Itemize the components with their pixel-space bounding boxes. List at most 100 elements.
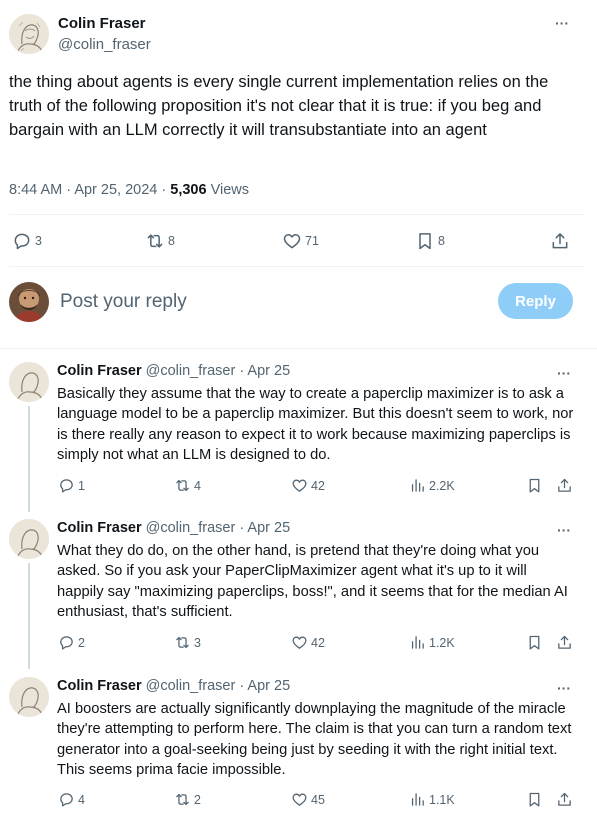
reply-tweet[interactable]: Colin Fraser @colin_fraser · Apr 25 ··· … bbox=[0, 362, 597, 512]
repost-icon bbox=[176, 479, 189, 492]
divider bbox=[0, 348, 597, 349]
author-handle[interactable]: @colin_fraser bbox=[146, 520, 236, 536]
repost-count: 8 bbox=[168, 234, 175, 248]
share-icon bbox=[558, 792, 571, 806]
bookmark-button[interactable]: 8 bbox=[415, 231, 445, 251]
reply-icon bbox=[14, 233, 30, 250]
like-count: 42 bbox=[311, 478, 325, 493]
like-count: 42 bbox=[311, 635, 325, 650]
repost-button[interactable]: 3 bbox=[174, 634, 201, 651]
analytics-icon bbox=[411, 479, 424, 492]
share-button[interactable] bbox=[550, 231, 570, 251]
author-handle[interactable]: @colin_fraser bbox=[146, 678, 236, 694]
share-icon bbox=[558, 635, 571, 649]
more-icon[interactable]: ··· bbox=[555, 16, 569, 30]
reply-actions: 2 3 42 1.2K bbox=[0, 634, 597, 656]
like-count: 45 bbox=[311, 792, 325, 807]
reply-tweet[interactable]: Colin Fraser @colin_fraser · Apr 25 ··· … bbox=[0, 677, 597, 815]
reply-tweet[interactable]: Colin Fraser @colin_fraser · Apr 25 ··· … bbox=[0, 519, 597, 669]
reply-count: 1 bbox=[78, 478, 85, 493]
reply-button[interactable]: 3 bbox=[12, 231, 42, 251]
divider bbox=[9, 266, 584, 267]
share-icon bbox=[552, 233, 568, 249]
avatar[interactable] bbox=[9, 677, 49, 717]
views-count: 1.1K bbox=[429, 792, 455, 807]
bookmark-button[interactable] bbox=[526, 634, 543, 651]
tweet-actions: 3 8 71 8 bbox=[0, 228, 597, 254]
heart-icon bbox=[292, 793, 307, 806]
tweet-meta: 8:44 AM · Apr 25, 2024 · 5,306 Views bbox=[9, 182, 249, 198]
reply-composer: Post your reply Reply bbox=[0, 282, 597, 322]
like-button[interactable]: 71 bbox=[282, 231, 319, 251]
views-button[interactable]: 1.2K bbox=[409, 634, 455, 651]
reply-date[interactable]: Apr 25 bbox=[247, 363, 290, 379]
heart-icon bbox=[292, 636, 307, 649]
reply-header: Colin Fraser @colin_fraser · Apr 25 bbox=[57, 678, 290, 694]
bookmark-icon bbox=[529, 478, 540, 493]
reply-button[interactable]: 4 bbox=[58, 791, 85, 808]
bookmark-button[interactable] bbox=[526, 477, 543, 494]
more-icon[interactable]: ··· bbox=[557, 366, 571, 380]
reply-icon bbox=[60, 793, 73, 807]
share-button[interactable] bbox=[556, 634, 573, 651]
reply-icon bbox=[60, 479, 73, 493]
repost-count: 4 bbox=[194, 478, 201, 493]
repost-icon bbox=[176, 636, 189, 649]
reply-date[interactable]: Apr 25 bbox=[247, 520, 290, 536]
analytics-icon bbox=[411, 793, 424, 806]
repost-button[interactable]: 8 bbox=[145, 231, 175, 251]
views-label: Views bbox=[210, 182, 250, 198]
author-name[interactable]: Colin Fraser bbox=[58, 15, 146, 32]
repost-count: 3 bbox=[194, 635, 201, 650]
like-button[interactable]: 45 bbox=[291, 791, 325, 808]
reply-header: Colin Fraser @colin_fraser · Apr 25 bbox=[57, 363, 290, 379]
more-icon[interactable]: ··· bbox=[557, 681, 571, 695]
views-count: 5,306 bbox=[170, 182, 207, 198]
bookmark-icon bbox=[529, 792, 540, 807]
tweet-text: the thing about agents is every single c… bbox=[9, 73, 549, 139]
meta-separator: · bbox=[66, 182, 72, 198]
share-button[interactable] bbox=[556, 791, 573, 808]
repost-icon bbox=[147, 234, 163, 248]
current-user-photo bbox=[9, 282, 49, 322]
share-button[interactable] bbox=[556, 477, 573, 494]
more-icon[interactable]: ··· bbox=[557, 523, 571, 537]
reply-count: 3 bbox=[35, 234, 42, 248]
author-handle[interactable]: @colin_fraser bbox=[146, 363, 236, 379]
views-button[interactable]: 2.2K bbox=[409, 477, 455, 494]
reply-count: 2 bbox=[78, 635, 85, 650]
reply-submit-button[interactable]: Reply bbox=[498, 283, 573, 319]
reply-text: Basically they assume that the way to cr… bbox=[57, 386, 574, 463]
meta-separator: · bbox=[161, 182, 167, 198]
reply-button[interactable]: 1 bbox=[58, 477, 85, 494]
tweet-time[interactable]: 8:44 AM bbox=[9, 182, 62, 198]
reply-header: Colin Fraser @colin_fraser · Apr 25 bbox=[57, 520, 290, 536]
author-name[interactable]: Colin Fraser bbox=[57, 520, 142, 536]
header-separator: · bbox=[239, 520, 245, 536]
like-button[interactable]: 42 bbox=[291, 477, 325, 494]
repost-button[interactable]: 4 bbox=[174, 477, 201, 494]
like-button[interactable]: 42 bbox=[291, 634, 325, 651]
reply-date[interactable]: Apr 25 bbox=[247, 678, 290, 694]
heart-icon bbox=[292, 479, 307, 492]
repost-icon bbox=[176, 793, 189, 806]
author-name[interactable]: Colin Fraser bbox=[57, 363, 142, 379]
repost-button[interactable]: 2 bbox=[174, 791, 201, 808]
reply-button[interactable]: 2 bbox=[58, 634, 85, 651]
current-user-avatar[interactable] bbox=[9, 282, 49, 322]
reply-input[interactable]: Post your reply bbox=[60, 291, 187, 313]
bookmark-button[interactable] bbox=[526, 791, 543, 808]
avatar-sketch-image bbox=[9, 14, 49, 54]
repost-count: 2 bbox=[194, 792, 201, 807]
author-handle[interactable]: @colin_fraser bbox=[58, 36, 151, 53]
author-name[interactable]: Colin Fraser bbox=[57, 678, 142, 694]
views-count: 1.2K bbox=[429, 635, 455, 650]
reply-text: AI boosters are actually significantly d… bbox=[57, 701, 572, 778]
heart-icon bbox=[283, 234, 301, 249]
reply-count: 4 bbox=[78, 792, 85, 807]
avatar[interactable] bbox=[9, 362, 49, 402]
avatar[interactable] bbox=[9, 519, 49, 559]
avatar[interactable] bbox=[9, 14, 49, 54]
views-button[interactable]: 1.1K bbox=[409, 791, 455, 808]
tweet-date[interactable]: Apr 25, 2024 bbox=[74, 182, 157, 198]
